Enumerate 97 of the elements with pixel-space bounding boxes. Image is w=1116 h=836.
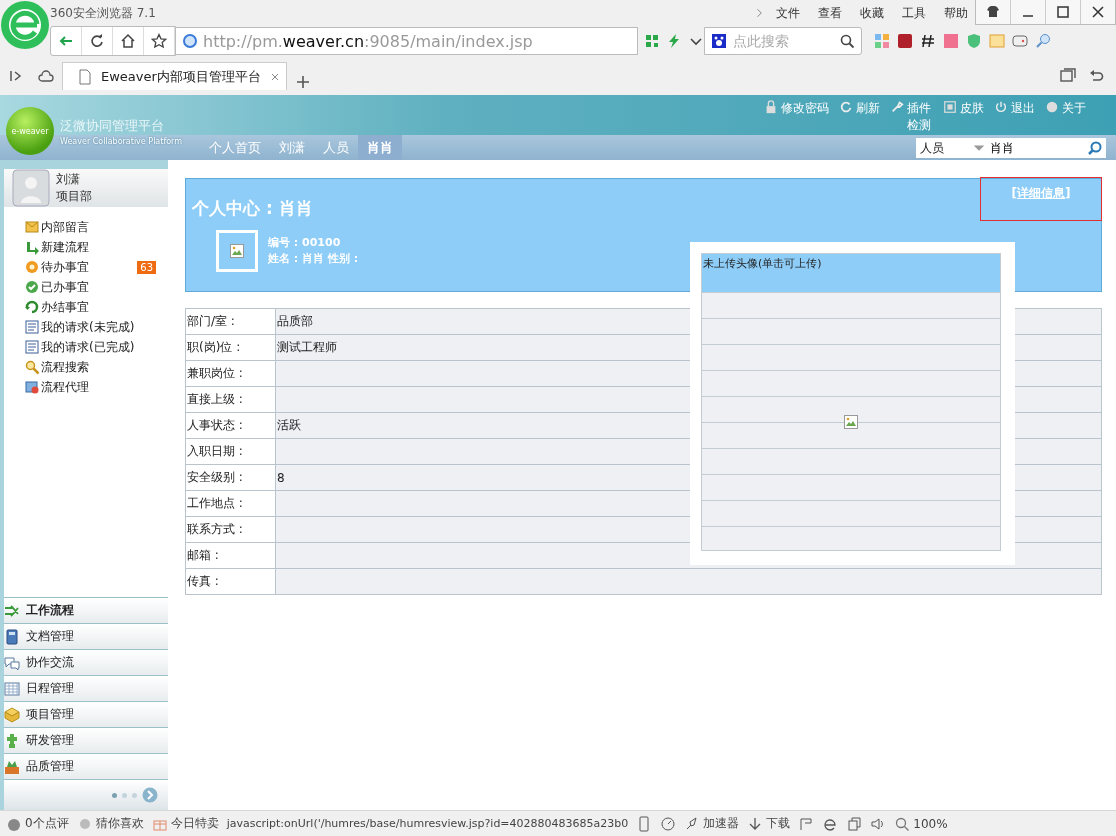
module-icon [4,654,20,671]
page-title: 个人中心 : 肖肖 [192,197,313,220]
count-badge: 63 [137,260,156,274]
upload-avatar-prompt[interactable]: 未上传头像(单击可上传) [701,253,1001,293]
field-label: 传真 : [185,568,276,595]
sidebar-toggle-icon[interactable] [8,68,24,84]
search-field[interactable]: 点此搜索 [731,32,835,50]
new-tab-icon[interactable] [295,74,311,90]
status-link[interactable]: 加速器 [703,815,740,832]
field-label: 工作地点 : [185,490,276,517]
menu-item-icon [24,299,40,315]
menu-item-icon [24,279,40,295]
user-name: 刘潇 [56,171,81,188]
field-value: 品质部 [277,314,313,328]
field-value: 8 [277,470,285,485]
menu-item-icon [24,379,40,395]
bookmark-tile-icon[interactable] [943,33,959,49]
menu-item[interactable]: 办结事宜 [41,298,168,316]
cloud-icon[interactable] [38,68,54,84]
status-link[interactable]: 下载 [766,815,791,832]
menu-item[interactable]: 我的请求(未完成) [41,318,168,336]
module-tab[interactable]: 工作流程 [4,597,168,623]
paw-icon [711,33,727,49]
menu-item[interactable]: 查看 [811,4,849,22]
module-tab[interactable]: 研发管理 [4,727,168,753]
menu-item[interactable]: 我的请求(已完成) [41,338,168,356]
page-icon [77,68,93,85]
field-value: 活跃 [277,418,301,432]
module-tab[interactable]: 品质管理 [4,753,168,779]
brand-subtitle: Weaver Collaborative Platform [60,137,183,146]
module-tab[interactable]: 项目管理 [4,701,168,727]
menu-item[interactable]: 文件 [769,4,807,22]
address-bar[interactable]: http://pm.weaver.cn:9085/main/index.jsp [176,27,638,55]
module-icon [4,628,20,645]
menu-item[interactable]: 流程代理 [41,378,168,396]
header-search-field[interactable]: 肖肖 [988,138,1084,158]
field-label: 直接上级 : [185,386,276,413]
status-link[interactable]: 今日特卖 [170,815,219,832]
browser-tab[interactable]: Eweaver内部项目管理平台 [62,62,287,90]
status-link[interactable]: 猜你喜欢 [95,815,144,832]
qr-code-icon[interactable] [644,33,660,49]
field-label: 兼职岗位 : [185,360,276,387]
window-title: 360安全浏览器 7.1 [50,4,156,22]
window-icon[interactable] [846,815,863,832]
employee-number: 编号 : 00100 [268,235,342,251]
module-icon [4,680,20,697]
broken-image-icon [843,413,859,430]
status-url: javascript:onUrl('/humres/base/humresview.jsp?id=402880483685a23b0 [226,817,629,830]
globe-icon [182,33,198,49]
menu-item-icon [24,259,40,275]
menu-item[interactable]: 工具 [895,4,933,22]
module-tab[interactable]: 协作交流 [4,649,168,675]
tabs-icon[interactable] [1060,68,1076,84]
field-label: 入职日期 : [185,438,276,465]
employee-name: 姓名 : 肖肖 性别 : [268,251,359,267]
hash-icon[interactable] [920,33,936,49]
menu-item-icon [24,219,40,235]
field-value: 测试工程师 [277,340,337,354]
status-link[interactable]: 0个点评 [25,815,69,832]
field-label: 部门/室 : [185,308,276,335]
module-tab[interactable]: 日程管理 [4,675,168,701]
menu-item[interactable]: 内部留言 [41,218,168,236]
search-category-dropdown[interactable]: 人员 [916,138,988,158]
zoom-icon [894,815,911,832]
menu-item[interactable]: 帮助 [937,4,975,22]
search-box[interactable]: 点此搜索 [704,27,862,55]
field-label: 职(岗)位 : [185,334,276,361]
module-icon [4,706,20,723]
magnifier-icon[interactable] [1035,33,1051,49]
menu-item[interactable]: 流程搜索 [41,358,168,376]
user-department: 项目部 [56,188,92,205]
menu-item[interactable]: 收藏 [853,4,891,22]
search-icon [839,33,855,49]
zoom-level[interactable]: 100% [913,816,948,831]
menu-item[interactable]: 已办事宜 [41,278,168,296]
speed-icon[interactable] [660,815,677,832]
menu-item-icon [24,319,40,335]
menu-item-icon [24,359,40,375]
module-tab[interactable]: 文档管理 [4,623,168,649]
menu-item-icon [24,339,40,355]
menu-item[interactable]: 待办事宜 [41,258,137,276]
module-icon [4,602,20,619]
lightning-icon[interactable] [666,33,682,49]
broken-image-icon [229,243,245,259]
brand-title: 泛微协同管理平台 [60,117,165,135]
search-button[interactable] [1084,138,1106,158]
field-label: 联系方式 : [185,516,276,543]
menu-item-icon [24,239,40,255]
field-label: 人事状态 : [185,412,276,439]
undo-icon[interactable] [1088,68,1104,84]
field-label: 邮箱 : [185,542,276,569]
field-label: 安全级别 : [185,464,276,491]
search-icon [1087,140,1103,156]
menu-item[interactable]: 新建流程 [41,238,168,256]
flag-icon[interactable] [798,815,815,832]
app-logo: e-weaver [6,107,54,155]
module-icon [4,732,20,749]
